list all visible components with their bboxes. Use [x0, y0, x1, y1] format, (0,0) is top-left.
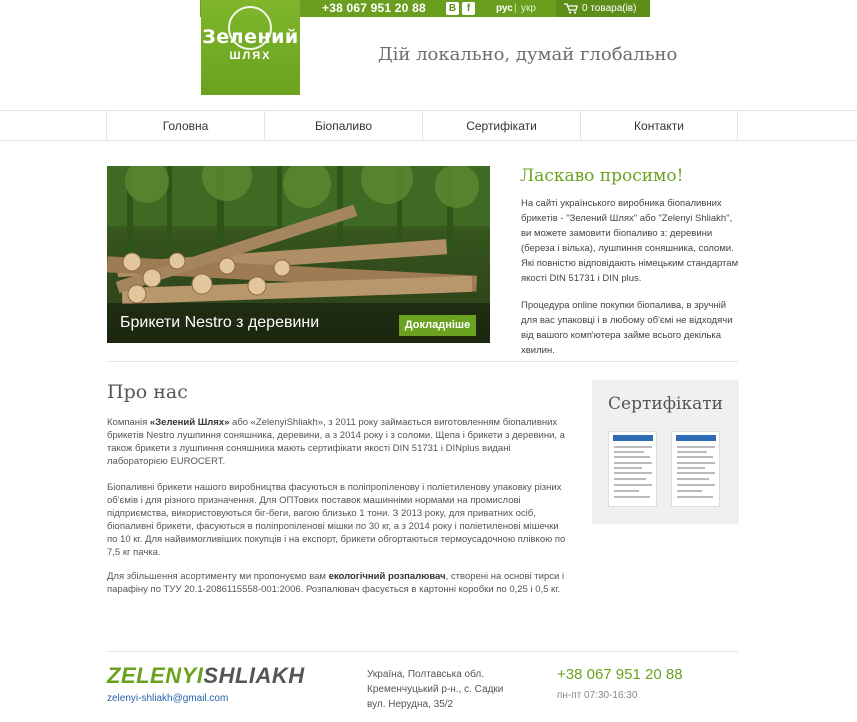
welcome-paragraph-2: Процедура online покупки біопалива, в зр…: [521, 300, 733, 356]
lang-separator: |: [514, 3, 517, 14]
footer-email-link[interactable]: zelenyi-shliakh@gmail.com: [107, 693, 228, 704]
nav-item-biofuel[interactable]: Біопаливо: [264, 111, 422, 141]
about-paragraph-3: Для збільшення асортименту ми пропонуємо…: [107, 571, 565, 595]
footer-divider: [107, 651, 738, 652]
nav-item-contacts[interactable]: Контакти: [580, 111, 738, 141]
certificates-box: Сертифікати: [592, 380, 739, 524]
slogan: Дій локально, думай глобально: [378, 44, 678, 65]
cart-icon: [564, 3, 578, 14]
footer-address-line: Кременчуцький р-н., с. Садки: [367, 684, 504, 695]
nav-item-certificates[interactable]: Сертифікати: [422, 111, 580, 141]
footer-hours: пн-пт 07:30-16:30: [557, 690, 638, 701]
cart-count[interactable]: 0 товара(ів): [582, 3, 636, 14]
hero-caption: Брикети Nestro з деревини: [120, 314, 320, 331]
nav-item-home[interactable]: Головна: [106, 111, 264, 141]
footer-phone[interactable]: +38 067 951 20 88: [557, 666, 683, 683]
footer-address-line: вул. Нерудна, 35/2: [367, 699, 454, 710]
more-button[interactable]: Докладніше: [399, 315, 476, 336]
certificate-thumbnail[interactable]: [608, 431, 657, 507]
top-bar: +38 067 951 20 88 В f рус | укр 0 товара…: [0, 0, 857, 17]
logo-title: Зелений: [202, 26, 299, 48]
vk-icon[interactable]: В: [446, 2, 459, 15]
about-paragraph-1: Компанія «Зелений Шлях» або «ZelenyiShli…: [107, 417, 565, 467]
about-title: Про нас: [107, 381, 188, 403]
lang-uk-link[interactable]: укр: [521, 3, 536, 14]
welcome-title: Ласкаво просимо!: [520, 166, 684, 186]
site-logo[interactable]: Зелений ШЛЯХ: [201, 0, 300, 95]
footer-address-line: Україна, Полтавська обл.: [367, 669, 485, 680]
main-nav: Головна Біопаливо Сертифікати Контакти: [0, 110, 857, 141]
lang-ru-link[interactable]: рус: [496, 3, 513, 14]
about-paragraph-2: Біопаливні брикети нашого виробництва фа…: [107, 482, 566, 558]
hero-banner[interactable]: Брикети Nestro з деревини Докладніше: [107, 166, 490, 343]
welcome-paragraph-1: На сайті українського виробника біопалив…: [521, 198, 739, 284]
facebook-icon[interactable]: f: [462, 2, 475, 15]
section-divider: [107, 361, 738, 362]
footer-logo[interactable]: ZELENYISHLIAKH: [107, 663, 305, 689]
certificates-title: Сертифікати: [608, 394, 723, 414]
header-phone[interactable]: +38 067 951 20 88: [322, 1, 426, 15]
logo-subtitle: ШЛЯХ: [229, 50, 272, 62]
certificate-thumbnail[interactable]: [671, 431, 720, 507]
